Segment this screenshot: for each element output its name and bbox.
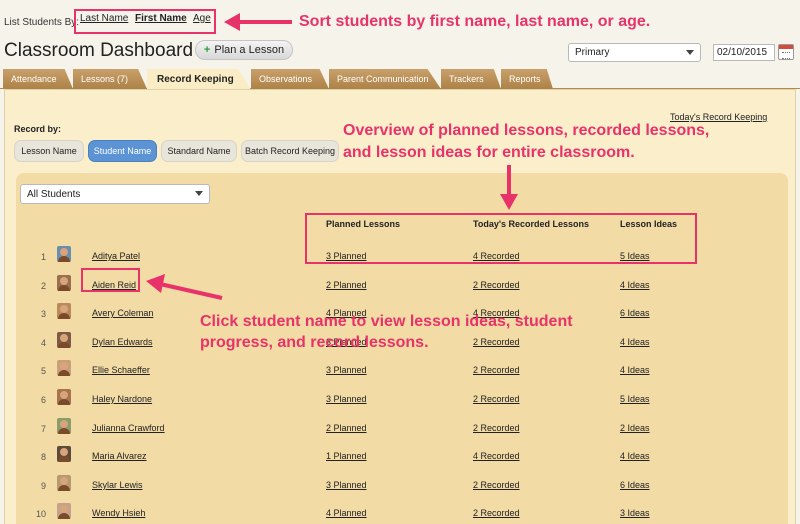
date-input[interactable]: 02/10/2015 xyxy=(713,44,775,61)
recorded-lessons-link[interactable]: 4 Recorded xyxy=(473,251,520,261)
avatar xyxy=(57,417,71,434)
lesson-ideas-link[interactable]: 4 Ideas xyxy=(620,280,650,290)
row-number: 6 xyxy=(40,395,46,405)
sort-annotation: Sort students by first name, last name, … xyxy=(299,13,651,30)
student-name-link[interactable]: Avery Coleman xyxy=(92,308,153,318)
lesson-ideas-link[interactable]: 5 Ideas xyxy=(620,251,650,261)
recorded-lessons-link[interactable]: 4 Recorded xyxy=(473,451,520,461)
avatar xyxy=(57,474,71,491)
student-name-link[interactable]: Ellie Schaeffer xyxy=(92,365,150,375)
level-select[interactable]: Primary xyxy=(568,43,701,62)
avatar xyxy=(57,246,71,262)
recorded-lessons-link[interactable]: 2 Recorded xyxy=(473,423,520,433)
lesson-ideas-link[interactable]: 4 Ideas xyxy=(620,365,650,375)
chevron-down-icon xyxy=(195,191,203,196)
plan-lesson-label: Plan a Lesson xyxy=(214,44,285,56)
lesson-ideas-link[interactable]: 6 Ideas xyxy=(620,308,650,318)
row-number: 3 xyxy=(40,309,46,320)
planned-lessons-link[interactable]: 3 Planned xyxy=(326,251,367,261)
row-number: 8 xyxy=(40,452,46,463)
table-row: 6 Haley Nardone 3 Planned 2 Recorded 5 Ideas xyxy=(0,389,800,419)
batch-record-keeping-button[interactable]: Batch Record Keeping xyxy=(241,140,339,162)
table-row: 7 Julianna Crawford 2 Planned 2 Recorded 2 I… xyxy=(0,417,800,448)
row-number: 1 xyxy=(40,252,46,262)
sort-label: List Students By: xyxy=(4,17,80,28)
lesson-ideas-link[interactable]: 4 Ideas xyxy=(620,337,650,347)
recorded-lessons-link[interactable]: 2 Recorded xyxy=(473,337,520,347)
student-name-link[interactable]: Maria Alvarez xyxy=(92,451,147,461)
avatar xyxy=(57,446,71,463)
student-filter-value: All Students xyxy=(27,189,81,200)
tab-reports[interactable]: Reports xyxy=(501,69,553,89)
tab-attendance[interactable]: Attendance xyxy=(3,69,73,89)
tab-record-keeping[interactable]: Record Keeping xyxy=(147,69,251,90)
student-name-link[interactable]: Haley Nardone xyxy=(92,394,152,404)
plus-icon: + xyxy=(203,44,211,56)
row-number: 4 xyxy=(40,337,46,348)
student-name-highlight-box xyxy=(81,268,140,292)
row-number: 9 xyxy=(40,480,46,491)
tab-bar: Attendance Lessons (7) Record Keeping Ob… xyxy=(0,69,800,90)
recorded-lessons-link[interactable]: 2 Recorded xyxy=(473,280,520,290)
level-select-value: Primary xyxy=(575,47,610,58)
student-name-link[interactable]: Aditya Patel xyxy=(92,251,140,261)
table-row: 9 Skylar Lewis 3 Planned 2 Recorded 6 Ideas xyxy=(0,474,800,505)
planned-lessons-link[interactable]: 3 Planned xyxy=(326,480,367,490)
planned-lessons-link[interactable]: 1 Planned xyxy=(326,451,367,461)
record-by-label: Record by: xyxy=(14,124,62,134)
row-number: 10 xyxy=(35,509,46,520)
avatar xyxy=(57,360,71,377)
avatar xyxy=(57,331,71,348)
avatar xyxy=(57,389,71,405)
recorded-lessons-link[interactable]: 2 Recorded xyxy=(473,365,520,375)
planned-lessons-link[interactable]: 4 Planned xyxy=(326,508,367,518)
lesson-ideas-link[interactable]: 5 Ideas xyxy=(620,394,650,404)
row-number: 5 xyxy=(40,366,46,377)
lesson-ideas-link[interactable]: 3 Ideas xyxy=(620,508,650,518)
table-row: 10 Wendy Hsieh 4 Planned 2 Recorded 3 Ideas xyxy=(0,503,800,524)
student-name-link[interactable]: Wendy Hsieh xyxy=(92,508,145,518)
tab-observations[interactable]: Observations xyxy=(251,69,329,89)
recorded-lessons-link[interactable]: 2 Recorded xyxy=(473,508,520,518)
avatar xyxy=(57,274,71,291)
click-annotation-line2: progress, and record lessons. xyxy=(200,334,429,351)
table-row: 8 Maria Alvarez 1 Planned 4 Recorded 4 Ideas xyxy=(0,446,800,476)
lesson-ideas-link[interactable]: 2 Ideas xyxy=(620,423,650,433)
sort-age-link[interactable]: Age xyxy=(193,13,211,24)
plan-lesson-button[interactable]: + Plan a Lesson xyxy=(195,40,293,60)
sort-arrow-head xyxy=(224,13,240,31)
record-by-standard-button[interactable]: Standard Name xyxy=(161,140,237,162)
planned-lessons-link[interactable]: 2 Planned xyxy=(326,423,367,433)
row-number: 2 xyxy=(40,280,46,291)
page-title: Classroom Dashboard xyxy=(4,40,194,61)
sort-last-name-link[interactable]: Last Name xyxy=(80,13,128,24)
tab-trackers[interactable]: Trackers xyxy=(441,69,501,89)
calendar-icon[interactable] xyxy=(778,44,794,60)
click-annotation-line1: Click student name to view lesson ideas,… xyxy=(200,313,573,330)
row-number: 7 xyxy=(40,423,46,434)
planned-lessons-link[interactable]: 3 Planned xyxy=(326,365,367,375)
avatar xyxy=(57,503,71,520)
record-by-lesson-button[interactable]: Lesson Name xyxy=(14,140,84,162)
lesson-ideas-link[interactable]: 4 Ideas xyxy=(620,451,650,461)
recorded-lessons-link[interactable]: 2 Recorded xyxy=(473,480,520,490)
recorded-lessons-link[interactable]: 2 Recorded xyxy=(473,394,520,404)
planned-lessons-link[interactable]: 3 Planned xyxy=(326,394,367,404)
lesson-ideas-link[interactable]: 6 Ideas xyxy=(620,480,650,490)
chevron-down-icon xyxy=(686,50,694,55)
student-name-link[interactable]: Skylar Lewis xyxy=(92,480,143,490)
tab-lessons[interactable]: Lessons (7) xyxy=(73,69,147,89)
avatar xyxy=(57,303,71,320)
record-by-student-button[interactable]: Student Name xyxy=(88,140,157,162)
table-row: 5 Ellie Schaeffer 3 Planned 2 Recorded 4 Ide… xyxy=(0,360,800,390)
student-name-link[interactable]: Dylan Edwards xyxy=(92,337,153,347)
planned-lessons-link[interactable]: 2 Planned xyxy=(326,280,367,290)
sort-first-name-link[interactable]: First Name xyxy=(135,13,187,24)
student-filter-select[interactable]: All Students xyxy=(20,184,210,204)
overview-annotation-line2: and lesson ideas for entire classroom. xyxy=(343,144,635,161)
tab-parent-communication[interactable]: Parent Communication xyxy=(329,69,441,89)
student-name-link[interactable]: Julianna Crawford xyxy=(92,423,165,433)
overview-annotation-line1: Overview of planned lessons, recorded le… xyxy=(343,122,710,139)
